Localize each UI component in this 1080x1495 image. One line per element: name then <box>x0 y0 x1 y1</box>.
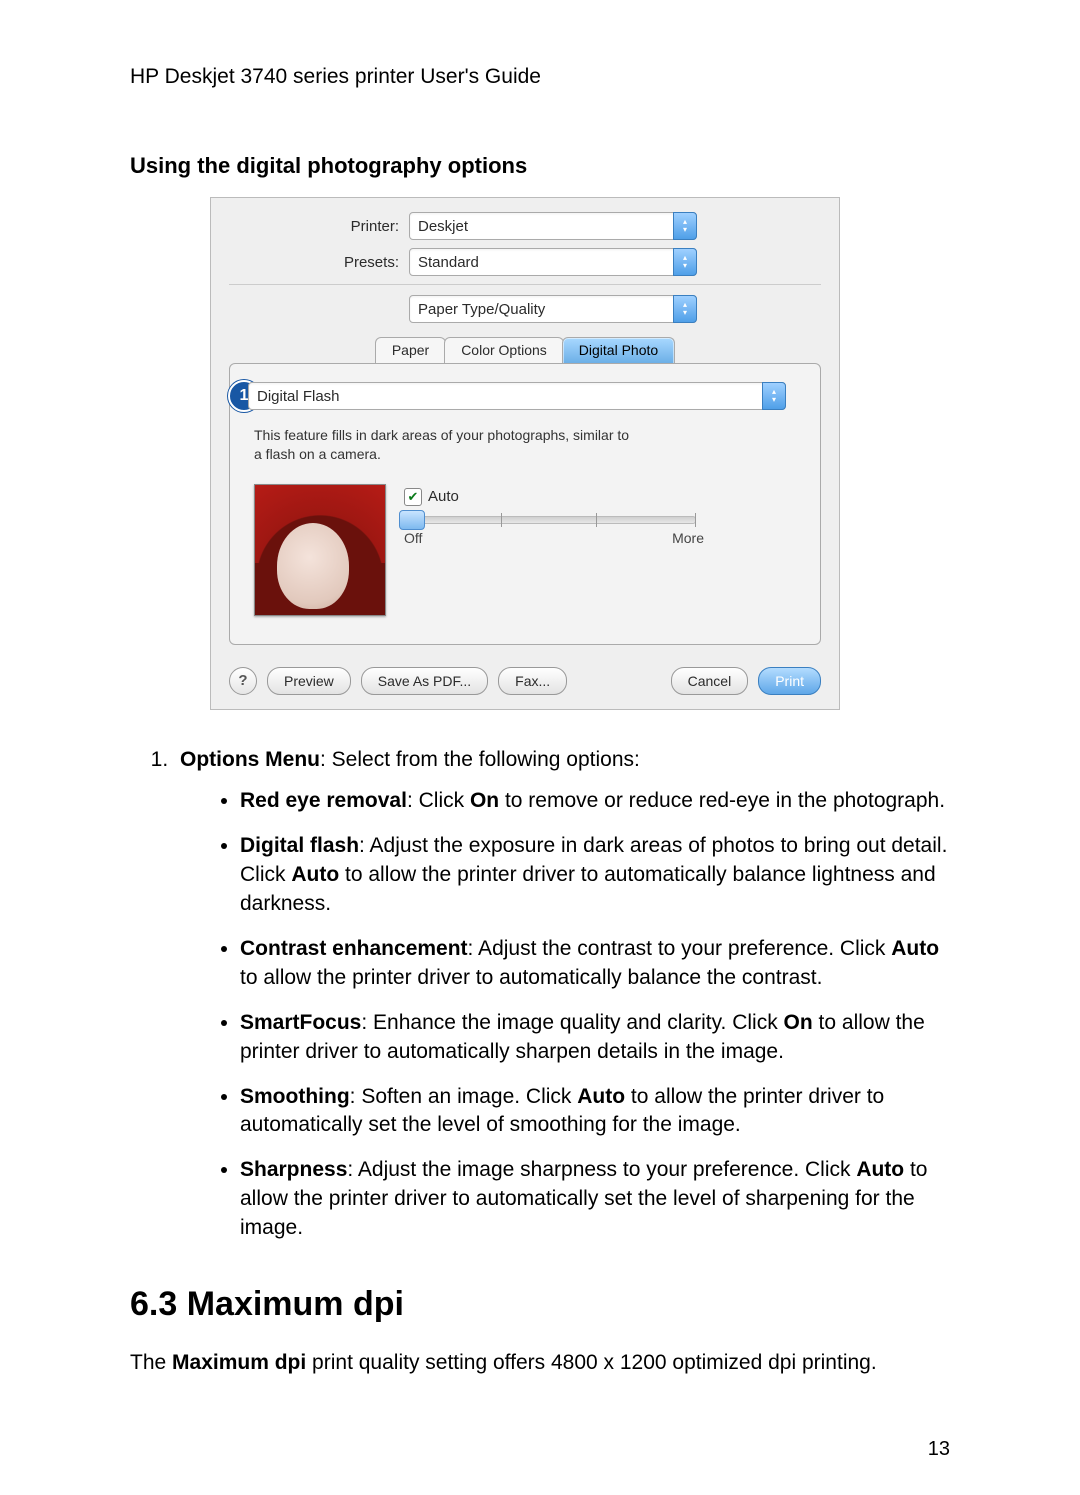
save-as-pdf-button[interactable]: Save As PDF... <box>361 667 488 695</box>
body-text: Options Menu: Select from the following … <box>130 746 950 1378</box>
bullet-text: to allow the printer driver to automatic… <box>240 966 822 989</box>
help-button[interactable]: ? <box>229 667 257 695</box>
p-text: print quality setting offers 4800 x 1200… <box>306 1351 876 1374</box>
bullet-text: : Click <box>407 789 470 812</box>
list-item: Options Menu: Select from the following … <box>174 746 950 1244</box>
bullet-text: : Soften an image. Click <box>350 1085 578 1108</box>
flash-slider[interactable] <box>404 516 696 524</box>
auto-checkbox-label: Auto <box>428 488 459 505</box>
digital-flash-description: This feature fills in dark areas of your… <box>254 426 634 464</box>
panel-select[interactable]: Paper Type/Quality <box>409 295 697 323</box>
bullet-bold: On <box>784 1011 813 1034</box>
p-text: The <box>130 1351 172 1374</box>
cancel-button[interactable]: Cancel <box>671 667 749 695</box>
options-menu-text: : Select from the following options: <box>320 748 640 771</box>
presets-select[interactable]: Standard <box>409 248 697 276</box>
printer-select[interactable]: Deskjet <box>409 212 697 240</box>
bullet-smartfocus: SmartFocus: Enhance the image quality an… <box>240 1009 950 1067</box>
tab-color-options[interactable]: Color Options <box>444 337 564 364</box>
bullet-bold: On <box>470 789 499 812</box>
dropdown-arrow-icon[interactable] <box>762 382 786 410</box>
printer-label: Printer: <box>229 218 409 235</box>
slider-min-label: Off <box>404 530 422 546</box>
tab-digital-photo[interactable]: Digital Photo <box>562 337 675 364</box>
section-6-3-paragraph: The Maximum dpi print quality setting of… <box>130 1349 950 1378</box>
bullet-bold: Auto <box>577 1085 625 1108</box>
doc-header: HP Deskjet 3740 series printer User's Gu… <box>130 65 950 89</box>
bullet-text: : Adjust the image sharpness to your pre… <box>347 1158 856 1181</box>
bullet-sharpness: Sharpness: Adjust the image sharpness to… <box>240 1156 950 1243</box>
divider <box>229 284 821 285</box>
options-menu-select[interactable]: Digital Flash <box>248 382 786 410</box>
bullet-bold: Digital flash <box>240 834 359 857</box>
bullet-bold: Auto <box>856 1158 904 1181</box>
bullet-contrast: Contrast enhancement: Adjust the contras… <box>240 935 950 993</box>
bullet-red-eye: Red eye removal: Click On to remove or r… <box>240 787 950 816</box>
bullet-text: to allow the printer driver to automatic… <box>240 863 936 915</box>
subheading: Using the digital photography options <box>130 153 950 179</box>
dropdown-arrow-icon[interactable] <box>673 212 697 240</box>
printer-value: Deskjet <box>418 218 468 235</box>
auto-checkbox[interactable] <box>404 488 422 506</box>
tab-paper[interactable]: Paper <box>375 337 446 364</box>
slider-max-label: More <box>672 530 704 546</box>
bullet-bold: SmartFocus <box>240 1011 361 1034</box>
bullet-text: to remove or reduce red-eye in the photo… <box>499 789 945 812</box>
options-menu-bold: Options Menu <box>180 748 320 771</box>
bullet-bold: Red eye removal <box>240 789 407 812</box>
section-6-3-heading: 6.3 Maximum dpi <box>130 1281 950 1328</box>
bullet-bold: Sharpness <box>240 1158 347 1181</box>
bullet-bold: Smoothing <box>240 1085 350 1108</box>
p-bold: Maximum dpi <box>172 1351 306 1374</box>
dropdown-arrow-icon[interactable] <box>673 248 697 276</box>
bullet-bold: Contrast enhancement <box>240 937 468 960</box>
bullet-text: : Adjust the contrast to your preference… <box>468 937 892 960</box>
bullet-smoothing: Smoothing: Soften an image. Click Auto t… <box>240 1083 950 1141</box>
bullet-bold: Auto <box>891 937 939 960</box>
page-number: 13 <box>928 1438 950 1461</box>
print-button[interactable]: Print <box>758 667 821 695</box>
dropdown-arrow-icon[interactable] <box>673 295 697 323</box>
presets-label: Presets: <box>229 254 409 271</box>
bullet-text: : Enhance the image quality and clarity.… <box>361 1011 783 1034</box>
tabs: Paper Color Options Digital Photo <box>229 337 821 364</box>
bullet-digital-flash: Digital flash: Adjust the exposure in da… <box>240 832 950 919</box>
bullet-bold: Auto <box>291 863 339 886</box>
preview-button[interactable]: Preview <box>267 667 351 695</box>
presets-value: Standard <box>418 254 479 271</box>
slider-thumb[interactable] <box>399 510 425 530</box>
photo-preview <box>254 484 386 616</box>
fax-button[interactable]: Fax... <box>498 667 567 695</box>
options-menu-value: Digital Flash <box>257 388 340 405</box>
digital-photo-panel: 1 Digital Flash This feature fills in da… <box>229 363 821 645</box>
panel-value: Paper Type/Quality <box>418 301 545 318</box>
print-dialog: Printer: Deskjet Presets: Standard Paper… <box>210 197 840 710</box>
